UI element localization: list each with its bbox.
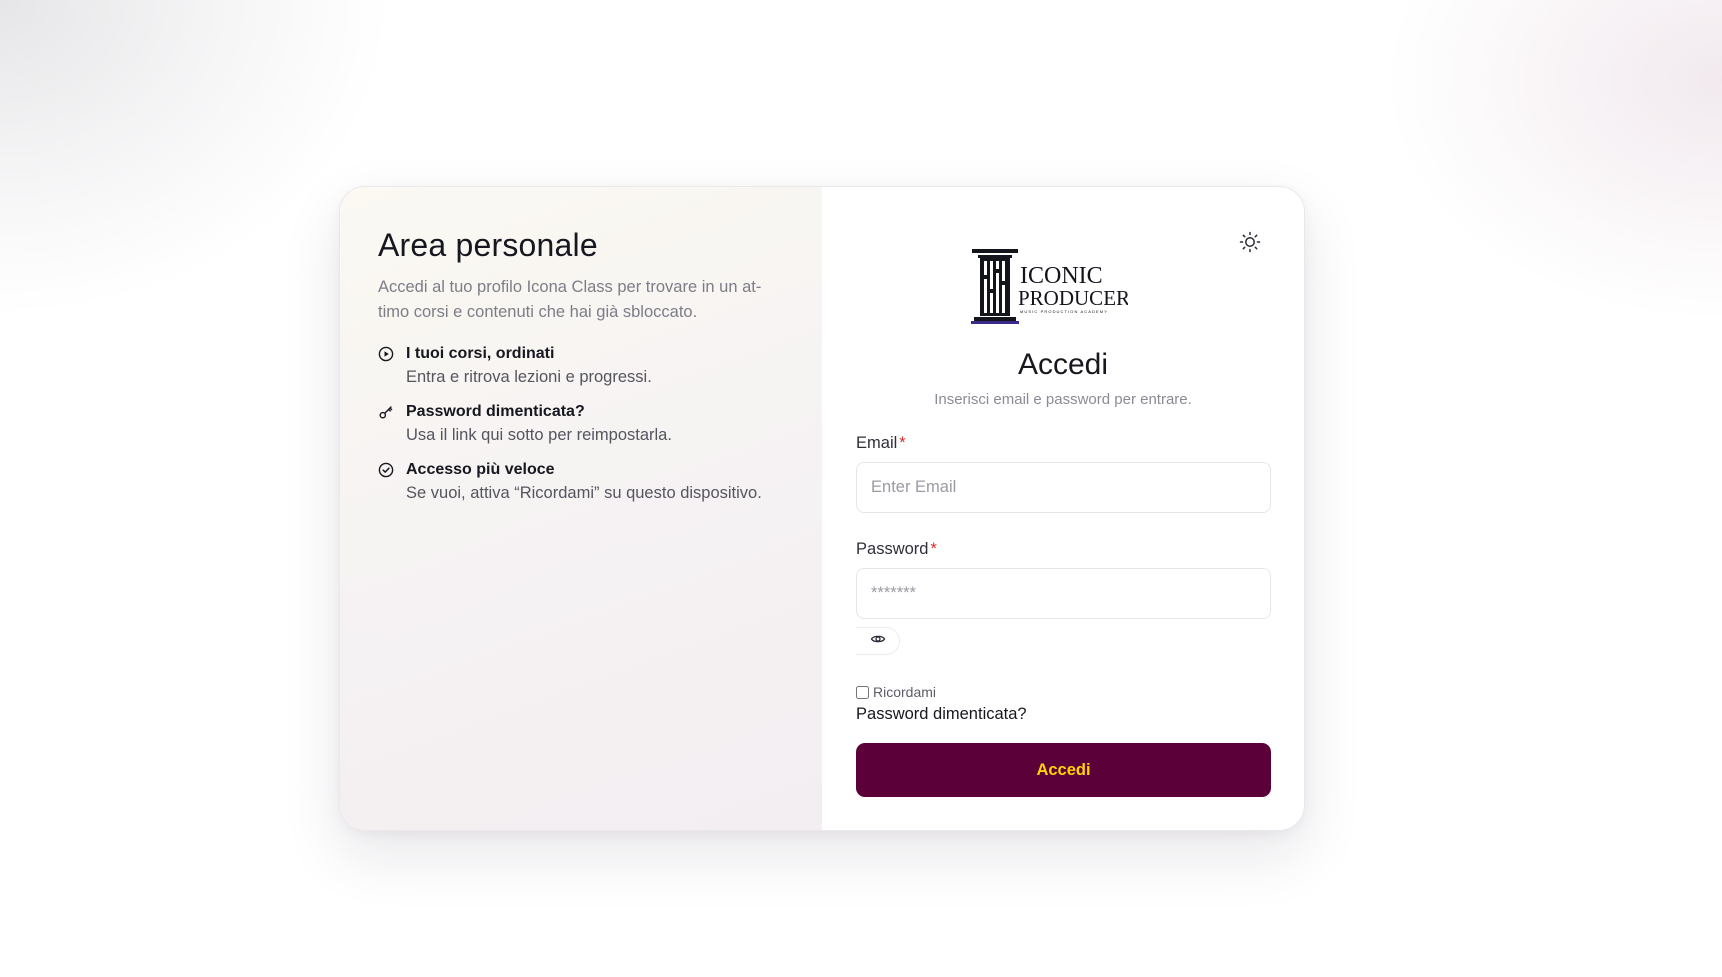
info-title: Area personale <box>378 227 598 263</box>
login-button[interactable]: Accedi <box>856 743 1272 797</box>
remember-label: Ricordami <box>873 684 937 700</box>
feature-desc: Entra e ritrova lezioni e progressi. <box>406 367 652 386</box>
feature-desc: Usa il link qui sotto per reimpostarla. <box>406 425 672 444</box>
eye-icon <box>870 631 886 652</box>
theme-toggle-button[interactable] <box>1238 231 1262 258</box>
info-panel: Area personale Accedi al tuo profilo Ico… <box>340 187 823 830</box>
key-icon <box>378 404 394 420</box>
feature-item: I tuoi corsi, ordinati Entra e ritrova l… <box>378 343 784 389</box>
form-subtitle: Inserisci email e password per entrare. <box>934 391 1192 408</box>
required-mark: * <box>930 540 937 558</box>
required-mark: * <box>899 434 906 452</box>
password-label: Password * <box>856 540 937 559</box>
brand-logo: ICONIC PRODUCER MUSIC PRODUCTION ACADEMY <box>968 245 1130 325</box>
password-field[interactable] <box>856 568 1272 619</box>
login-card: Area personale Accedi al tuo profilo Ico… <box>339 186 1305 831</box>
form-title: Accedi <box>1017 348 1109 381</box>
password-label-text: Password <box>856 540 929 558</box>
email-label-text: Email <box>856 434 898 452</box>
check-circle-icon <box>378 462 394 478</box>
feature-desc: Se vuoi, attiva “Ricordami” su questo di… <box>406 483 762 502</box>
email-field[interactable] <box>856 462 1272 513</box>
email-label: Email * <box>856 434 906 453</box>
remember-me[interactable]: Ricordami <box>856 684 936 700</box>
logo-word-2: PRODUCER <box>1018 286 1128 310</box>
logo-tagline: MUSIC PRODUCTION ACADEMY <box>1020 309 1108 314</box>
show-password-button[interactable] <box>856 627 901 655</box>
feature-title: Accesso più veloce <box>406 460 555 478</box>
forgot-password-link[interactable]: Password dimenticata? <box>856 705 1027 724</box>
login-form-panel: ICONIC PRODUCER MUSIC PRODUCTION ACADEMY… <box>822 187 1304 830</box>
info-intro: Accedi al tuo profilo Icona Class per tr… <box>378 277 762 321</box>
remember-checkbox[interactable] <box>856 685 870 699</box>
feature-item: Password dimenticata? Usa il link qui so… <box>378 401 784 447</box>
play-circle-icon <box>378 346 394 362</box>
sun-icon <box>1239 231 1261 258</box>
feature-item: Accesso più veloce Se vuoi, attiva “Rico… <box>378 459 784 505</box>
feature-title: Password dimenticata? <box>406 402 585 420</box>
feature-list: I tuoi corsi, ordinati Entra e ritrova l… <box>378 343 784 505</box>
feature-title: I tuoi corsi, ordinati <box>406 344 555 362</box>
